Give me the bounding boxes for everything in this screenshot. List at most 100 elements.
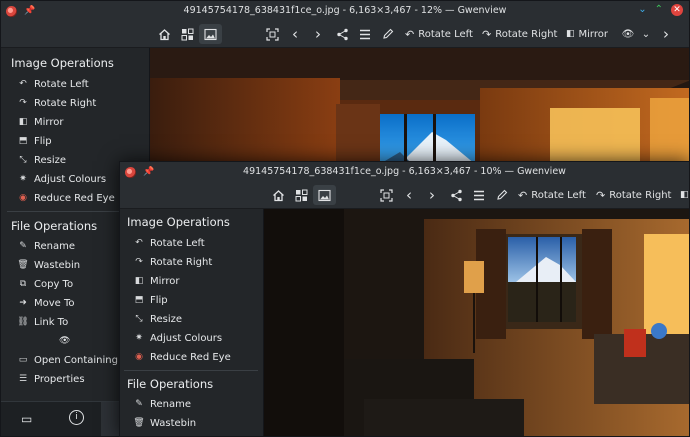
- annotate-button[interactable]: [492, 185, 512, 205]
- home-icon: [272, 189, 284, 201]
- mirror-icon: ◧: [18, 117, 28, 127]
- annotate-button[interactable]: [378, 24, 398, 44]
- sidebar-rename[interactable]: ✎ Rename: [133, 398, 191, 410]
- sidebar-rotate-right[interactable]: ↷ Rotate Right: [17, 97, 96, 109]
- toolbar-rotate-right-button[interactable]: ↷ Rotate Right: [482, 24, 557, 44]
- copy-icon: ⧉: [19, 279, 27, 289]
- next-icon[interactable]: ›: [423, 185, 441, 205]
- sidebar-rotate-left[interactable]: ↶ Rotate Left: [17, 78, 89, 90]
- view-image-button[interactable]: [313, 185, 336, 205]
- sidebar-item-label: Link To: [34, 316, 69, 328]
- toolbar-mirror-button[interactable]: ◧ Mirror: [566, 24, 608, 44]
- sidebar-link-to[interactable]: ⛓ Link To: [17, 316, 68, 328]
- share-button[interactable]: [446, 185, 466, 205]
- rotate-right-icon: ↷: [596, 188, 606, 202]
- sidebar-adjust-colours[interactable]: ✷ Adjust Colours: [133, 332, 222, 344]
- fit-zoom-button[interactable]: [376, 185, 396, 205]
- sidebar-item-label: Rename: [34, 240, 76, 252]
- properties-icon: ☰: [18, 374, 28, 384]
- pencil-icon: [497, 189, 508, 200]
- info-tab-icon[interactable]: i: [69, 410, 84, 425]
- hotel-room-photo: [264, 209, 689, 436]
- mirror-icon: ◧: [134, 276, 144, 286]
- sidebar-copy-to[interactable]: ⧉ Copy To: [17, 278, 73, 290]
- sidebar-reduce-red-eye[interactable]: ◉ Reduce Red Eye: [17, 192, 115, 204]
- sidebar-item-label: Move To: [34, 297, 75, 309]
- view-image-button[interactable]: [199, 24, 222, 44]
- red-eye-tool-icon[interactable]: 👁: [620, 24, 636, 44]
- toolbar-rotate-right-label: Rotate Right: [495, 28, 558, 40]
- sidebar-move-to[interactable]: ➜ Move To: [17, 297, 75, 309]
- more-chevron-down-icon[interactable]: ⌄: [639, 24, 653, 44]
- previous-icon[interactable]: ‹: [286, 24, 304, 44]
- image-canvas[interactable]: [264, 209, 689, 436]
- toolbar-overflow-next-icon[interactable]: ›: [658, 24, 674, 44]
- maximize-icon[interactable]: ⌃: [655, 4, 663, 16]
- sidebar-adjust-colours[interactable]: ✷ Adjust Colours: [17, 173, 106, 185]
- sidebar-item-label: Rotate Right: [34, 97, 97, 109]
- sidebar-mirror[interactable]: ◧ Mirror: [133, 275, 180, 287]
- fit-zoom-button[interactable]: [262, 24, 282, 44]
- sidebar-rename[interactable]: ✎ Rename: [17, 240, 75, 252]
- thumbnail-view-button[interactable]: [176, 24, 198, 44]
- rename-icon: ✎: [19, 241, 27, 251]
- mirror-icon[interactable]: ◧: [680, 185, 689, 205]
- hamburger-menu-icon: [474, 190, 484, 200]
- sidebar-item-label: Wastebin: [34, 259, 81, 271]
- sidebar-item-label: Mirror: [34, 116, 64, 128]
- home-icon: [158, 28, 170, 40]
- sidebar-wastebin[interactable]: 🗑 Wastebin: [133, 417, 196, 429]
- toolbar-rotate-right-button[interactable]: ↷ Rotate Right: [596, 185, 671, 205]
- share-button[interactable]: [332, 24, 352, 44]
- rotate-right-icon: ↷: [135, 257, 143, 267]
- window-title: 49145754178_638431f1ce_o.jpg - 6,163×3,4…: [243, 166, 566, 177]
- sidebar-flip[interactable]: ⬒ Flip: [133, 294, 168, 306]
- title-bar[interactable]: 📌 49145754178_638431f1ce_o.jpg - 6,163×3…: [1, 1, 689, 21]
- sidebar-rotate-left[interactable]: ↶ Rotate Left: [133, 237, 205, 249]
- sidebar-resize[interactable]: ⤡ Resize: [17, 154, 66, 166]
- next-icon[interactable]: ›: [309, 24, 327, 44]
- sidebar-mirror[interactable]: ◧ Mirror: [17, 116, 64, 128]
- image-operations-heading: Image Operations: [11, 56, 114, 70]
- browse-button[interactable]: [267, 185, 289, 205]
- grid-icon: [295, 189, 307, 201]
- resize-icon: ⤡: [19, 155, 27, 165]
- wastebin-icon: 🗑: [133, 418, 145, 428]
- hand-cursor-icon: [651, 323, 667, 339]
- gwenview-window-front: 📌 49145754178_638431f1ce_o.jpg - 6,163×3…: [119, 161, 690, 437]
- minimize-icon[interactable]: ⌄: [638, 4, 646, 16]
- sidebar-reduce-red-eye[interactable]: ◉ Reduce Red Eye: [133, 351, 231, 363]
- folder-tab-icon[interactable]: ▭: [21, 412, 32, 426]
- sidebar-item-label: Flip: [34, 135, 52, 147]
- menu-button[interactable]: [355, 24, 375, 44]
- browse-button[interactable]: [153, 24, 175, 44]
- sidebar-item-label: Reduce Red Eye: [34, 192, 115, 204]
- zoom-fit-icon: [265, 27, 279, 41]
- hamburger-menu-icon: [360, 29, 370, 39]
- thumbnail-view-button[interactable]: [290, 185, 312, 205]
- sidebar-item-label: Copy To: [34, 278, 74, 290]
- sidebar-flip[interactable]: ⬒ Flip: [17, 135, 52, 147]
- previous-icon[interactable]: ‹: [400, 185, 418, 205]
- section-divider: [124, 370, 258, 371]
- resize-icon: ⤡: [135, 314, 143, 324]
- move-icon: ➜: [19, 298, 27, 308]
- toolbar-rotate-left-button[interactable]: ↶ Rotate Left: [518, 185, 586, 205]
- sidebar-properties[interactable]: ☰ Properties: [17, 373, 85, 385]
- adjust-colours-icon: ✷: [19, 174, 27, 184]
- sidebar-item-label: Resize: [34, 154, 67, 166]
- sidebar-resize[interactable]: ⤡ Resize: [133, 313, 182, 325]
- sidebar-rotate-right[interactable]: ↷ Rotate Right: [133, 256, 212, 268]
- mirror-icon: ◧: [566, 29, 575, 39]
- menu-button[interactable]: [469, 185, 489, 205]
- toolbar-rotate-left-button[interactable]: ↶ Rotate Left: [405, 24, 473, 44]
- rotate-left-icon: ↶: [518, 188, 528, 202]
- rotate-left-icon: ↶: [135, 238, 143, 248]
- title-bar[interactable]: 📌 49145754178_638431f1ce_o.jpg - 6,163×3…: [120, 162, 689, 182]
- sidebar-item-label: Adjust Colours: [150, 332, 223, 344]
- sidebar-wastebin[interactable]: 🗑 Wastebin: [17, 259, 80, 271]
- image-operations-heading: Image Operations: [127, 215, 230, 229]
- close-icon[interactable]: ✕: [671, 4, 683, 16]
- sidebar-item-label: Resize: [150, 313, 183, 325]
- rotate-right-icon: ↷: [19, 98, 27, 108]
